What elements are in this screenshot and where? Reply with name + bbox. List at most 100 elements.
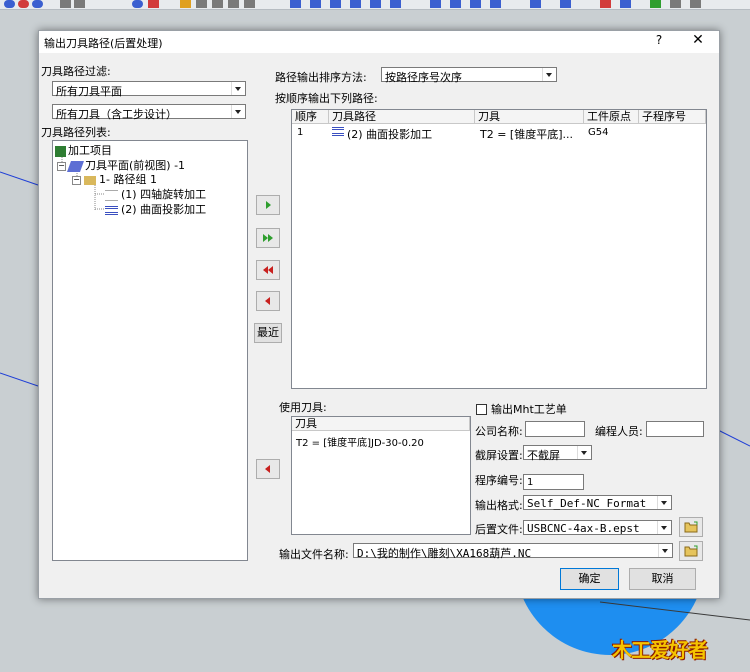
remove-button[interactable] (256, 291, 280, 311)
toolbar-icon[interactable] (290, 0, 301, 8)
chevron-down-icon[interactable] (657, 521, 671, 534)
toolbar-icon[interactable] (620, 0, 631, 8)
tree-node-project[interactable]: 加工项目 (55, 142, 112, 158)
row-path: (2) 曲面投影加工 (347, 128, 433, 141)
split-select[interactable]: 不截屏 (523, 445, 592, 462)
toolbar-icon[interactable] (600, 0, 611, 8)
help-button[interactable]: ? (651, 33, 667, 49)
chevron-down-icon[interactable] (542, 68, 556, 81)
plane-icon (66, 160, 85, 172)
toolbar-icon[interactable] (148, 0, 159, 8)
toolpath-tree[interactable]: 加工项目 − 刀具平面(前视图) -1 −1- 路径组 1 (1) 四轴旋转加工 … (52, 140, 248, 561)
browse-post-button[interactable] (679, 517, 703, 537)
output-path-table[interactable]: 顺序 刀具路径 刀具 工件原点 子程序号 1 (2) 曲面投影加工 T2 = [… (291, 109, 707, 389)
tools-column-header[interactable]: 刀具 (292, 417, 470, 431)
chevron-down-icon[interactable] (658, 544, 672, 557)
ok-button[interactable]: 确定 (560, 568, 619, 590)
toolbar-icon[interactable] (244, 0, 255, 8)
toolbar-icon[interactable] (330, 0, 341, 8)
toolbar-icon[interactable] (470, 0, 481, 8)
split-value: 不截屏 (527, 449, 560, 462)
add-button[interactable] (256, 195, 280, 215)
tools-label: 使用刀具: (279, 401, 327, 414)
remove-tool-button[interactable] (256, 459, 280, 479)
toolbar-icon[interactable] (228, 0, 239, 8)
column-header-origin[interactable]: 工件原点 (584, 110, 639, 124)
tree-node-group[interactable]: − 1- 路径组 1 (72, 171, 157, 187)
tree-node-path-1[interactable]: (1) 四轴旋转加工 (105, 186, 206, 202)
toolbar-icon[interactable] (4, 0, 15, 8)
toolbar-icon[interactable] (32, 0, 43, 8)
tool-filter-value: 所有刀具（含工步设计） (56, 108, 177, 121)
chevron-down-icon[interactable] (231, 82, 245, 95)
tool-filter-select[interactable]: 所有刀具（含工步设计） (52, 104, 246, 121)
toolbar-icon[interactable] (310, 0, 321, 8)
browse-file-button[interactable] (679, 541, 703, 561)
toolbar-icon[interactable] (490, 0, 501, 8)
toolbar-icon[interactable] (74, 0, 85, 8)
tree-node-label: (2) 曲面投影加工 (121, 203, 207, 216)
company-input[interactable] (525, 421, 585, 437)
expand-icon[interactable]: − (72, 175, 81, 185)
toolbar-icon[interactable] (132, 0, 143, 8)
recent-button[interactable]: 最近 (254, 323, 282, 343)
programmer-label: 编程人员: (595, 425, 643, 438)
programmer-input[interactable] (646, 421, 704, 437)
plane-filter-select[interactable]: 所有刀具平面 (52, 81, 246, 98)
post-select[interactable]: USBCNC-4ax-B.epst (523, 520, 672, 535)
row-tool: T2 = [锥度平底]... (480, 128, 574, 141)
close-button[interactable]: ✕ (689, 32, 707, 50)
list-label: 刀具路径列表: (41, 126, 111, 139)
column-header-path[interactable]: 刀具路径 (329, 110, 475, 124)
toolbar-icon[interactable] (670, 0, 681, 8)
toolbar-icon[interactable] (530, 0, 541, 8)
toolbar-icon[interactable] (370, 0, 381, 8)
split-label: 截屏设置: (475, 449, 523, 462)
toolbar-icon[interactable] (180, 0, 191, 8)
format-value: Self_Def-NC Format (527, 497, 647, 510)
format-select[interactable]: Self_Def-NC Format (523, 495, 672, 510)
toolbar-icon[interactable] (390, 0, 401, 8)
sort-select[interactable]: 按路径序号次序 (381, 67, 557, 84)
tool-item[interactable]: T2 = [锥度平底]JD-30-0.20 (296, 434, 424, 449)
program-no-input[interactable]: 1 (523, 474, 584, 490)
tree-node-path-2[interactable]: (2) 曲面投影加工 (105, 201, 206, 217)
arrow-right-icon (266, 201, 271, 209)
chevron-down-icon[interactable] (577, 446, 591, 459)
toolbar-icon[interactable] (650, 0, 661, 8)
double-arrow-left-icon (263, 266, 273, 274)
add-all-button[interactable] (256, 228, 280, 248)
toolbar-icon[interactable] (560, 0, 571, 8)
table-row[interactable]: 1 (2) 曲面投影加工 T2 = [锥度平底]... G54 (292, 125, 706, 141)
program-no-value: 1 (527, 477, 534, 488)
post-value: USBCNC-4ax-B.epst (527, 522, 640, 535)
folder-icon (84, 175, 96, 185)
cancel-button[interactable]: 取消 (629, 568, 696, 590)
project-icon (55, 145, 66, 157)
column-header-tool[interactable]: 刀具 (475, 110, 584, 124)
folder-open-icon (684, 545, 698, 557)
toolbar-icon[interactable] (18, 0, 29, 8)
remove-all-button[interactable] (256, 260, 280, 280)
expand-icon[interactable]: − (57, 161, 66, 171)
toolbar-icon[interactable] (690, 0, 701, 8)
tools-list[interactable]: 刀具 T2 = [锥度平底]JD-30-0.20 (291, 416, 471, 535)
row-origin: G54 (588, 127, 609, 138)
row-order: 1 (297, 127, 304, 138)
chevron-down-icon[interactable] (657, 496, 671, 509)
toolbar-icon[interactable] (196, 0, 207, 8)
file-select[interactable]: D:\我的制作\雕刻\XA168葫芦.NC (353, 543, 673, 560)
post-process-dialog: 输出刀具路径(后置处理) ? ✕ 刀具路径过滤: 所有刀具平面 所有刀具（含工步… (38, 30, 720, 599)
toolbar-icon[interactable] (60, 0, 71, 8)
dialog-titlebar[interactable]: 输出刀具路径(后置处理) ? ✕ (39, 31, 719, 53)
toolbar-icon[interactable] (212, 0, 223, 8)
toolpath-icon (332, 127, 344, 136)
column-header-sub[interactable]: 子程序号 (639, 110, 706, 124)
toolbar-icon[interactable] (430, 0, 441, 8)
filter-label: 刀具路径过滤: (41, 65, 111, 78)
toolbar-icon[interactable] (450, 0, 461, 8)
chevron-down-icon[interactable] (231, 105, 245, 118)
mht-checkbox[interactable] (476, 404, 487, 415)
toolbar-icon[interactable] (350, 0, 361, 8)
column-header-order[interactable]: 顺序 (292, 110, 329, 124)
